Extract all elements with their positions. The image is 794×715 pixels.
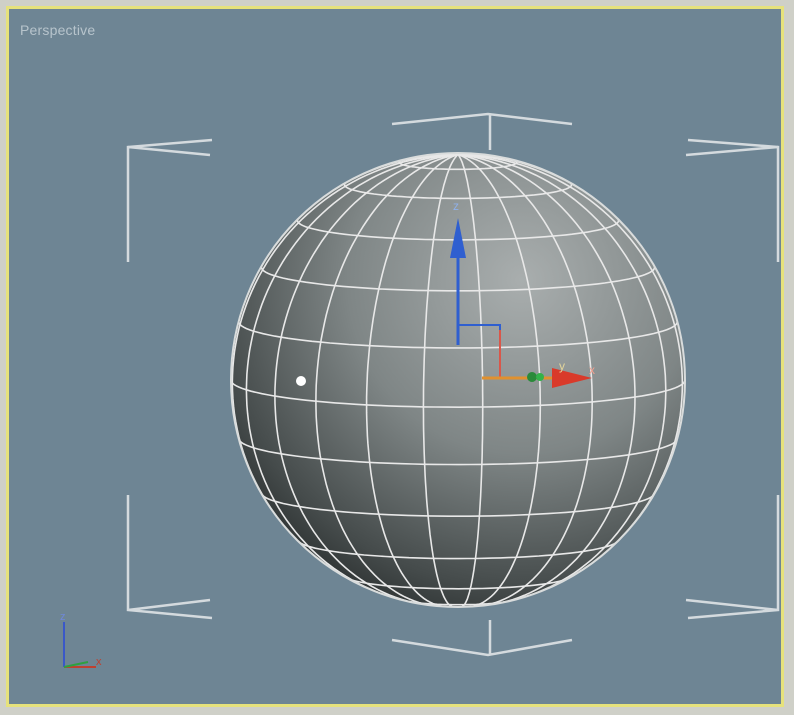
gizmo-y-axis[interactable] xyxy=(527,372,537,382)
gizmo-y-arrow[interactable] xyxy=(536,373,544,381)
gizmo-x-label: x xyxy=(589,363,595,377)
gizmo-y-label: y xyxy=(559,359,565,373)
tripod-z-label: z xyxy=(60,611,66,623)
tripod-x-label: x xyxy=(96,656,102,668)
world-axis-tripod: z x xyxy=(60,611,102,668)
viewport-label[interactable]: Perspective xyxy=(20,22,95,38)
gizmo-z-label: z xyxy=(453,199,459,213)
viewport-scene[interactable]: z x y z x xyxy=(0,0,794,715)
sphere-pole xyxy=(296,376,306,386)
